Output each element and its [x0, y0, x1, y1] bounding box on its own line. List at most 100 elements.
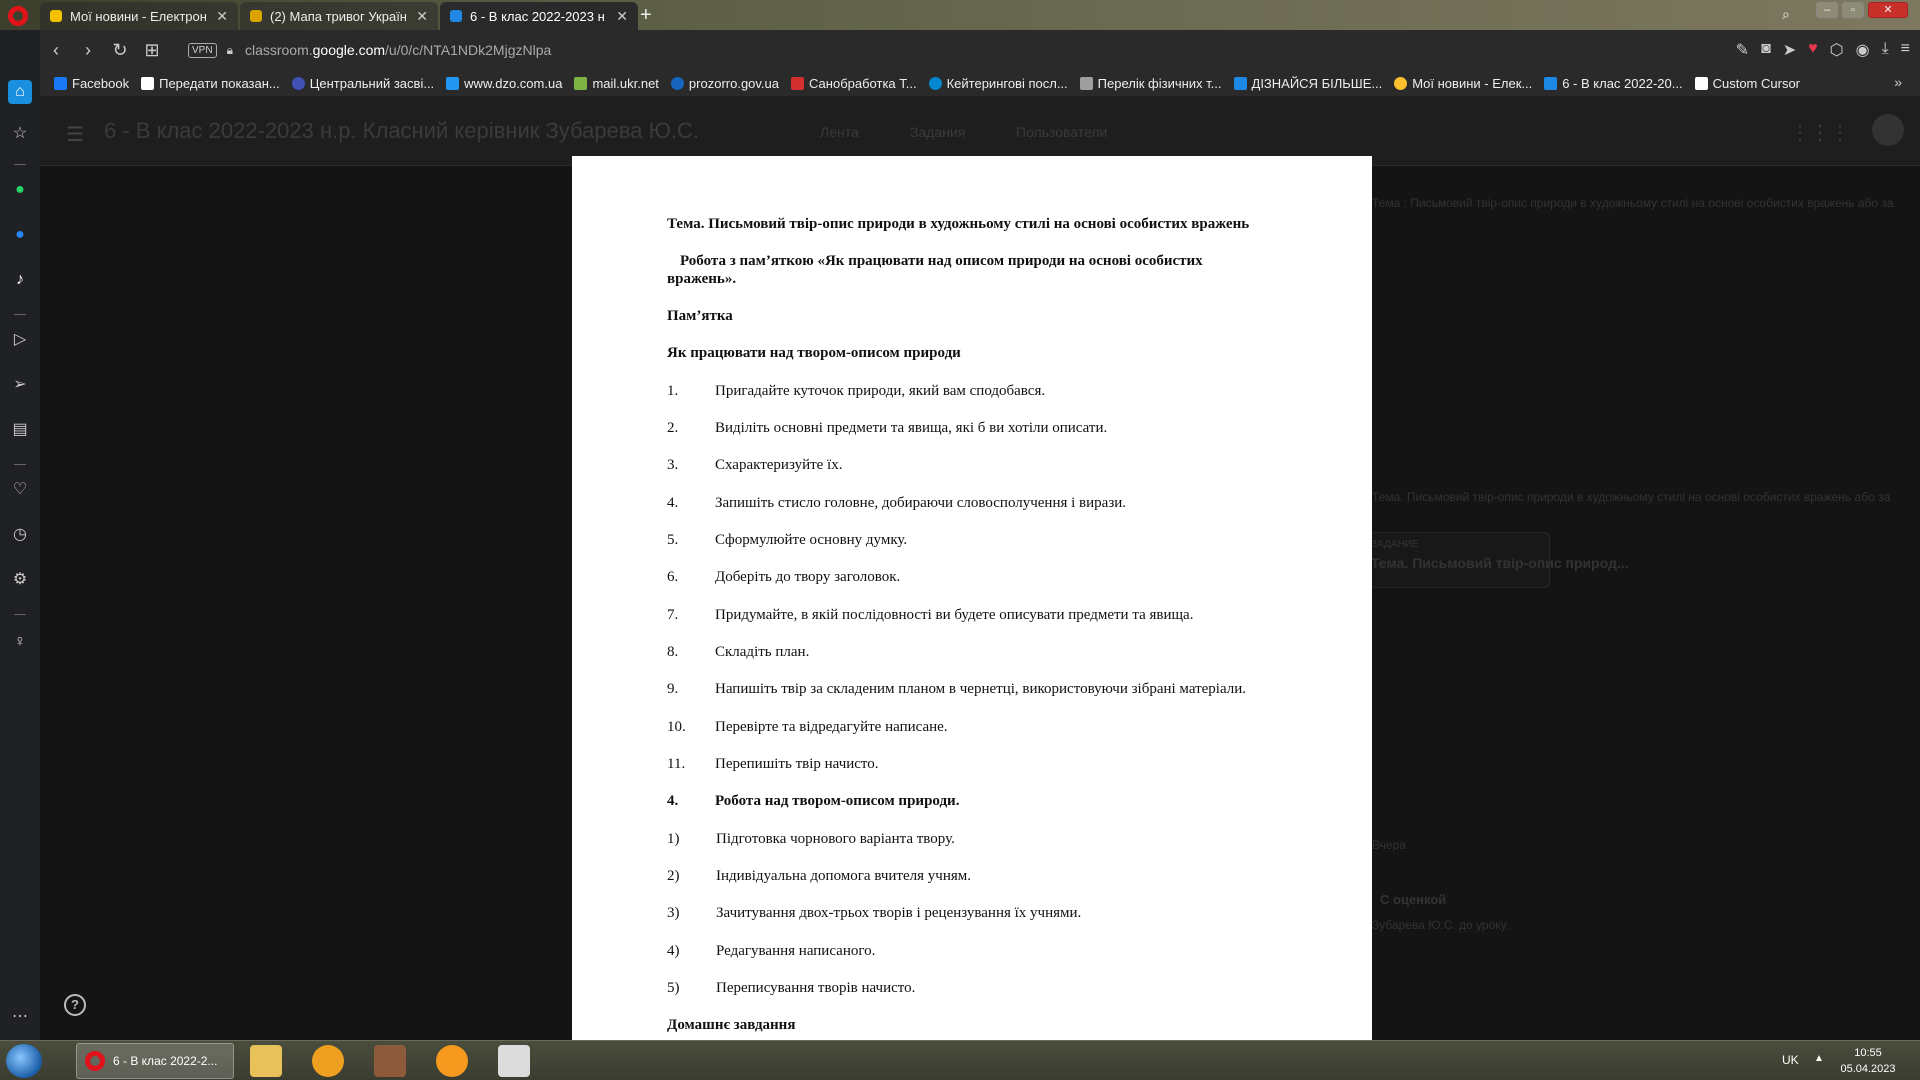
help-icon[interactable]: ? — [64, 994, 86, 1016]
step-text: Напишіть твір за складеним планом в черн… — [715, 681, 1247, 697]
news-icon — [1394, 76, 1408, 90]
doc-memo-title: Пам’ятка — [667, 308, 733, 324]
step-number: 2. — [667, 420, 679, 436]
tab-classroom[interactable]: 6 - В клас 2022-2023 н.р. ✕ — [440, 2, 638, 30]
edit-icon[interactable]: ✎ — [1736, 40, 1749, 60]
globe-icon — [291, 76, 305, 90]
more-icon[interactable]: ⋯ — [8, 1005, 32, 1029]
scratch-icon[interactable] — [436, 1045, 468, 1077]
explorer-icon[interactable] — [250, 1045, 282, 1077]
url-prefix: classroom. — [244, 42, 313, 58]
bookmark-item[interactable]: Перелік фізичних т... — [1079, 76, 1222, 91]
menu-icon[interactable]: ≡ — [1901, 40, 1910, 60]
opera-sidebar: ⌂ ☆ ● ● ♪ ▷ ➢ ▤ ♡ ◷ ⚙ ♀ ⋯ — [0, 30, 40, 1040]
lock-icon[interactable]: 🔒︎ — [227, 43, 233, 58]
bookmark-item[interactable]: Центральний засві... — [291, 75, 435, 91]
send-icon[interactable]: ➤ — [1783, 40, 1796, 60]
snapshot-icon[interactable]: ◙ — [1761, 40, 1771, 60]
favorites-icon[interactable]: ♡ — [8, 478, 32, 502]
new-tab-button[interactable]: + — [640, 4, 652, 27]
bookmark-item[interactable]: Кейтерингові посл... — [928, 76, 1068, 91]
tab-grid-icon[interactable]: ⊞ — [136, 40, 168, 61]
tab-people[interactable]: Пользователи — [1016, 124, 1107, 140]
bookmark-item[interactable]: mail.ukr.net — [574, 76, 659, 91]
card-title: Тема. Письмовий твір-опис природ... — [1371, 555, 1629, 571]
bookmark-facebook[interactable]: Facebook — [54, 76, 129, 91]
step-number: 6. — [667, 569, 679, 585]
tiktok-icon[interactable]: ♪ — [8, 268, 32, 292]
roblox-icon[interactable] — [498, 1045, 530, 1077]
speed-dial-icon[interactable]: ☆ — [8, 122, 32, 146]
more-bookmarks-icon[interactable]: » — [1894, 74, 1902, 90]
step-text: Придумайте, в якій послідовності ви буде… — [715, 607, 1194, 623]
close-icon[interactable]: ✕ — [416, 8, 428, 25]
player-icon[interactable]: ▷ — [8, 328, 32, 352]
start-button[interactable] — [6, 1044, 42, 1078]
hamburger-icon[interactable]: ☰ — [66, 122, 84, 147]
bookmark-item[interactable]: Передати показан... — [141, 76, 280, 91]
bookmark-item[interactable]: www.dzo.com.ua — [446, 76, 562, 91]
avatar[interactable] — [1872, 114, 1904, 146]
bookmark-item[interactable]: ДІЗНАЙСЯ БІЛЬШЕ... — [1233, 76, 1382, 91]
vpn-badge[interactable]: VPN — [188, 42, 217, 58]
profile-icon[interactable]: ◉ — [1856, 40, 1870, 60]
sub-step-text: Підготовка чорнового варіанта твору. — [716, 831, 955, 847]
classroom-favicon-icon — [450, 10, 462, 22]
tab-classwork[interactable]: Задания — [910, 124, 965, 140]
bookmark-label: Custom Cursor — [1712, 75, 1801, 91]
wallet-icon[interactable]: ▤ — [8, 418, 32, 442]
bookmark-item[interactable]: 6 - В клас 2022-20... — [1544, 76, 1683, 91]
sub-step-text: Редагування написаного. — [716, 943, 876, 959]
maximize-button[interactable]: ▫ — [1842, 2, 1864, 18]
bookmark-label: Санобработка Т... — [809, 75, 917, 91]
bookmark-item[interactable]: Custom Cursor — [1694, 75, 1801, 91]
sub-step-number: 5) — [667, 980, 680, 996]
home-icon[interactable]: ⌂ — [8, 80, 32, 104]
tab-stream[interactable]: Лента — [820, 124, 859, 140]
step-number: 4. — [667, 495, 679, 511]
apps-icon[interactable]: ⋮⋮⋮ — [1790, 120, 1850, 145]
extensions-icon[interactable]: ⬡ — [1830, 40, 1844, 60]
search-tabs-icon[interactable]: ⌕ — [1782, 6, 1790, 23]
tray-expand-icon[interactable]: ▲ — [1814, 1053, 1824, 1064]
bookmark-item[interactable]: prozorro.gov.ua — [670, 76, 779, 91]
url-field[interactable]: classroom.google.com/u/0/c/NTA1NDk2MjgzN… — [245, 42, 551, 58]
bookmark-item[interactable]: Мої новини - Елек... — [1394, 76, 1532, 91]
card-type: ЗАДАНИЕ — [1371, 539, 1419, 550]
close-icon[interactable]: ✕ — [216, 8, 228, 25]
close-icon[interactable]: ✕ — [616, 8, 628, 25]
reload-icon[interactable]: ↻ — [104, 40, 136, 61]
heart-icon[interactable]: ♥ — [1808, 40, 1818, 60]
flow-icon[interactable]: ➢ — [8, 373, 32, 397]
bookmark-label: Передати показан... — [159, 75, 280, 91]
clock[interactable]: 10:55 05.04.2023 — [1838, 1045, 1898, 1077]
sub-step-text: Переписування творів начисто. — [716, 980, 916, 996]
minimize-button[interactable]: – — [1816, 2, 1838, 18]
step-number: 1. — [667, 383, 679, 399]
history-icon[interactable]: ◷ — [8, 523, 32, 547]
settings-icon[interactable]: ⚙ — [8, 568, 32, 592]
game-icon[interactable] — [374, 1045, 406, 1077]
opera-logo-icon[interactable] — [8, 6, 28, 26]
step-number: 3. — [667, 457, 679, 473]
bookmark-item[interactable]: Санобработка Т... — [791, 76, 917, 91]
download-icon[interactable]: ⤓ — [1882, 40, 1889, 60]
browser-app-icon[interactable] — [312, 1045, 344, 1077]
language-indicator[interactable]: UK — [1782, 1053, 1799, 1067]
sanitation-icon — [791, 76, 805, 90]
close-window-button[interactable]: ✕ — [1868, 2, 1908, 18]
step-number: 5. — [667, 532, 679, 548]
tab-alerts-map[interactable]: (2) Мапа тривог України ✕ — [240, 2, 438, 30]
vk-icon[interactable]: ● — [8, 223, 32, 247]
list-icon — [1079, 76, 1093, 90]
tab-news[interactable]: Мої новини - Електронні ✕ — [40, 2, 238, 30]
step-text: Складіть план. — [715, 644, 810, 660]
whatsapp-icon[interactable]: ● — [8, 178, 32, 202]
bookmarks-bar: Facebook Передати показан... Центральний… — [40, 70, 1920, 96]
tips-icon[interactable]: ♀ — [8, 630, 32, 654]
back-icon[interactable]: ‹ — [40, 40, 72, 61]
taskbar-opera[interactable]: 6 - В клас 2022-2... — [76, 1043, 234, 1079]
sub-step-text: Зачитування двох-трьох творів і рецензув… — [716, 905, 1082, 921]
bookmark-label: Центральний засві... — [309, 75, 435, 91]
forward-icon[interactable]: › — [72, 40, 104, 61]
